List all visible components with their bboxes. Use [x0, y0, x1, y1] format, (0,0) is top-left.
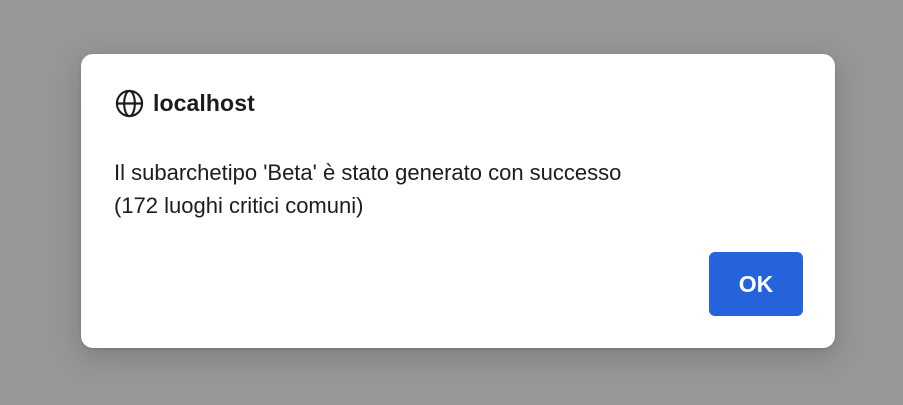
alert-dialog: localhost Il subarchetipo 'Beta' è stato… — [81, 54, 835, 348]
dialog-header: localhost — [114, 88, 255, 119]
globe-icon — [115, 89, 144, 118]
dialog-message: Il subarchetipo 'Beta' è stato generato … — [114, 156, 794, 222]
dialog-message-line-1: Il subarchetipo 'Beta' è stato generato … — [114, 160, 622, 185]
ok-button[interactable]: OK — [709, 252, 803, 316]
dialog-message-line-2: (172 luoghi critici comuni) — [114, 193, 364, 218]
dialog-host-title: localhost — [153, 90, 255, 116]
